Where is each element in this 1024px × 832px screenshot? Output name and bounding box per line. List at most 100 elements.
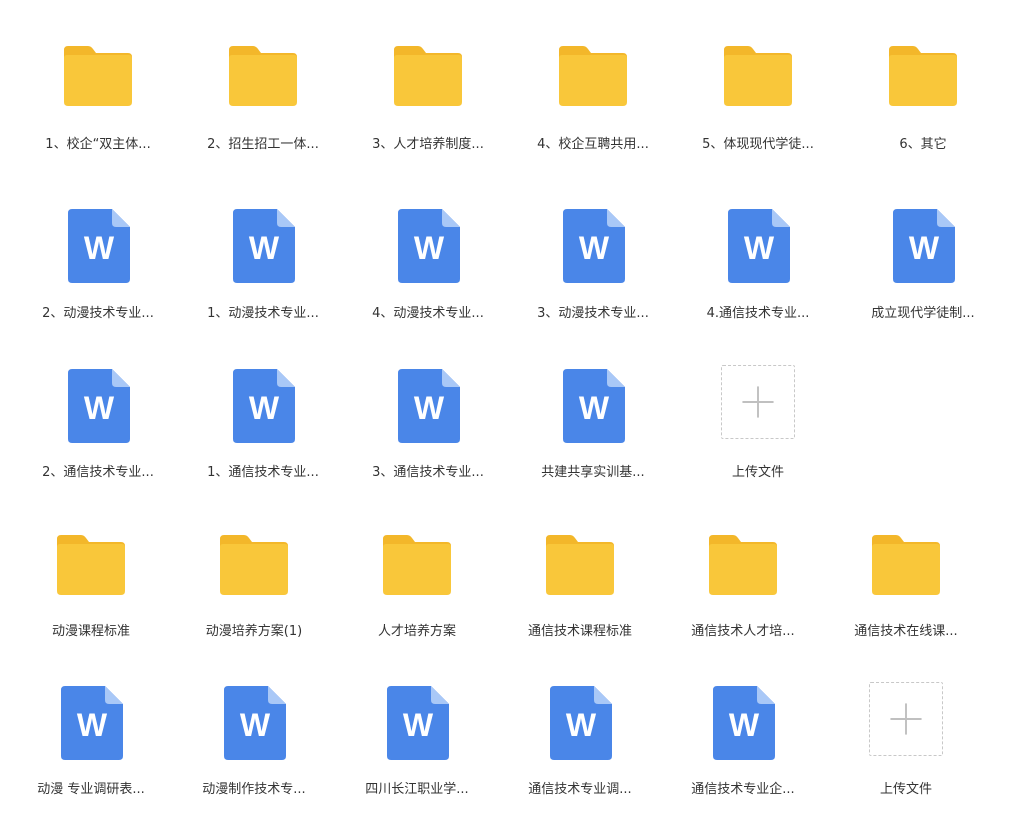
word-document-icon: W bbox=[223, 365, 303, 445]
upload-file-button[interactable]: 上传文件 bbox=[676, 365, 840, 515]
word-file-item[interactable]: W 通信技术专业调... bbox=[498, 682, 662, 832]
word-file-item[interactable]: W 1、通信技术专业... bbox=[181, 365, 345, 515]
file-name-label: 1、校企“双主体... bbox=[45, 137, 151, 152]
svg-text:W: W bbox=[249, 230, 280, 266]
svg-text:W: W bbox=[403, 707, 434, 743]
folder-icon bbox=[718, 36, 798, 116]
svg-text:W: W bbox=[909, 230, 940, 266]
svg-text:W: W bbox=[414, 230, 445, 266]
file-name-label: 4.通信技术专业... bbox=[706, 306, 810, 321]
svg-text:W: W bbox=[84, 230, 115, 266]
svg-text:W: W bbox=[729, 707, 760, 743]
word-file-item[interactable]: W 2、动漫技术专业... bbox=[16, 205, 180, 355]
file-name-label: 1、动漫技术专业... bbox=[207, 306, 319, 321]
word-file-item[interactable]: W 1、动漫技术专业... bbox=[181, 205, 345, 355]
word-file-item[interactable]: W 共建共享实训基... bbox=[511, 365, 675, 515]
file-name-label: 6、其它 bbox=[899, 137, 947, 152]
word-document-icon: W bbox=[58, 205, 138, 285]
folder-item[interactable]: 2、招生招工一体... bbox=[181, 36, 345, 186]
folder-icon bbox=[866, 525, 946, 605]
folder-icon bbox=[883, 36, 963, 116]
file-name-label: 1、通信技术专业... bbox=[207, 465, 319, 480]
svg-text:W: W bbox=[579, 230, 610, 266]
upload-file-button[interactable]: 上传文件 bbox=[824, 682, 988, 832]
file-name-label: 通信技术专业企... bbox=[691, 782, 795, 797]
folder-icon bbox=[553, 36, 633, 116]
file-name-label: 4、校企互聘共用... bbox=[537, 137, 649, 152]
svg-text:W: W bbox=[84, 390, 115, 426]
word-document-icon: W bbox=[388, 365, 468, 445]
file-name-label: 5、体现现代学徒... bbox=[702, 137, 814, 152]
file-name-label: 成立现代学徒制... bbox=[871, 306, 975, 321]
folder-icon bbox=[703, 525, 783, 605]
word-document-icon: W bbox=[58, 365, 138, 445]
svg-text:W: W bbox=[249, 390, 280, 426]
file-name-label: 2、通信技术专业... bbox=[42, 465, 154, 480]
file-name-label: 动漫 专业调研表... bbox=[37, 782, 145, 797]
folder-item[interactable]: 3、人才培养制度... bbox=[346, 36, 510, 186]
word-file-item[interactable]: W 4、动漫技术专业... bbox=[346, 205, 510, 355]
word-file-item[interactable]: W 通信技术专业企... bbox=[661, 682, 825, 832]
word-document-icon: W bbox=[703, 682, 783, 762]
file-name-label: 人才培养方案 bbox=[377, 624, 456, 639]
folder-icon bbox=[377, 525, 457, 605]
word-document-icon: W bbox=[223, 205, 303, 285]
word-file-item[interactable]: W 3、动漫技术专业... bbox=[511, 205, 675, 355]
svg-text:W: W bbox=[579, 390, 610, 426]
folder-icon bbox=[223, 36, 303, 116]
folder-icon bbox=[58, 36, 138, 116]
folder-item[interactable]: 6、其它 bbox=[841, 36, 1005, 186]
plus-icon bbox=[869, 682, 943, 756]
file-name-label: 动漫制作技术专... bbox=[202, 782, 306, 797]
file-name-label: 共建共享实训基... bbox=[541, 465, 645, 480]
word-document-icon: W bbox=[377, 682, 457, 762]
file-name-label: 2、动漫技术专业... bbox=[42, 306, 154, 321]
folder-item[interactable]: 1、校企“双主体... bbox=[16, 36, 180, 186]
file-name-label: 动漫培养方案(1) bbox=[205, 624, 303, 639]
svg-text:W: W bbox=[77, 707, 108, 743]
word-file-item[interactable]: W 动漫 专业调研表... bbox=[9, 682, 173, 832]
word-file-item[interactable]: W 成立现代学徒制... bbox=[841, 205, 1005, 355]
word-file-item[interactable]: W 动漫制作技术专... bbox=[172, 682, 336, 832]
folder-icon bbox=[51, 525, 131, 605]
word-document-icon: W bbox=[883, 205, 963, 285]
file-name-label: 通信技术课程标准 bbox=[527, 624, 632, 639]
word-file-item[interactable]: W 2、通信技术专业... bbox=[16, 365, 180, 515]
word-document-icon: W bbox=[553, 365, 633, 445]
word-document-icon: W bbox=[718, 205, 798, 285]
word-document-icon: W bbox=[388, 205, 468, 285]
folder-item[interactable]: 动漫课程标准 bbox=[9, 525, 173, 675]
folder-item[interactable]: 动漫培养方案(1) bbox=[172, 525, 336, 675]
svg-text:W: W bbox=[566, 707, 597, 743]
upload-label: 上传文件 bbox=[731, 465, 784, 480]
folder-item[interactable]: 5、体现现代学徒... bbox=[676, 36, 840, 186]
file-name-label: 3、动漫技术专业... bbox=[537, 306, 649, 321]
file-name-label: 2、招生招工一体... bbox=[207, 137, 319, 152]
word-document-icon: W bbox=[540, 682, 620, 762]
file-name-label: 动漫课程标准 bbox=[51, 624, 130, 639]
svg-text:W: W bbox=[240, 707, 271, 743]
folder-item[interactable]: 通信技术课程标准 bbox=[498, 525, 662, 675]
folder-item[interactable]: 通信技术人才培... bbox=[661, 525, 825, 675]
word-file-item[interactable]: W 3、通信技术专业... bbox=[346, 365, 510, 515]
folder-icon bbox=[388, 36, 468, 116]
file-name-label: 通信技术在线课... bbox=[854, 624, 958, 639]
svg-text:W: W bbox=[414, 390, 445, 426]
folder-icon bbox=[214, 525, 294, 605]
word-file-item[interactable]: W 四川长江职业学... bbox=[335, 682, 499, 832]
plus-icon bbox=[721, 365, 795, 439]
file-name-label: 通信技术人才培... bbox=[691, 624, 795, 639]
folder-icon bbox=[540, 525, 620, 605]
file-name-label: 4、动漫技术专业... bbox=[372, 306, 484, 321]
folder-item[interactable]: 人才培养方案 bbox=[335, 525, 499, 675]
word-file-item[interactable]: W 4.通信技术专业... bbox=[676, 205, 840, 355]
upload-label: 上传文件 bbox=[879, 782, 932, 797]
folder-item[interactable]: 4、校企互聘共用... bbox=[511, 36, 675, 186]
file-name-label: 通信技术专业调... bbox=[528, 782, 632, 797]
word-document-icon: W bbox=[553, 205, 633, 285]
file-name-label: 3、通信技术专业... bbox=[372, 465, 484, 480]
word-document-icon: W bbox=[214, 682, 294, 762]
folder-item[interactable]: 通信技术在线课... bbox=[824, 525, 988, 675]
word-document-icon: W bbox=[51, 682, 131, 762]
file-name-label: 四川长江职业学... bbox=[365, 782, 469, 797]
